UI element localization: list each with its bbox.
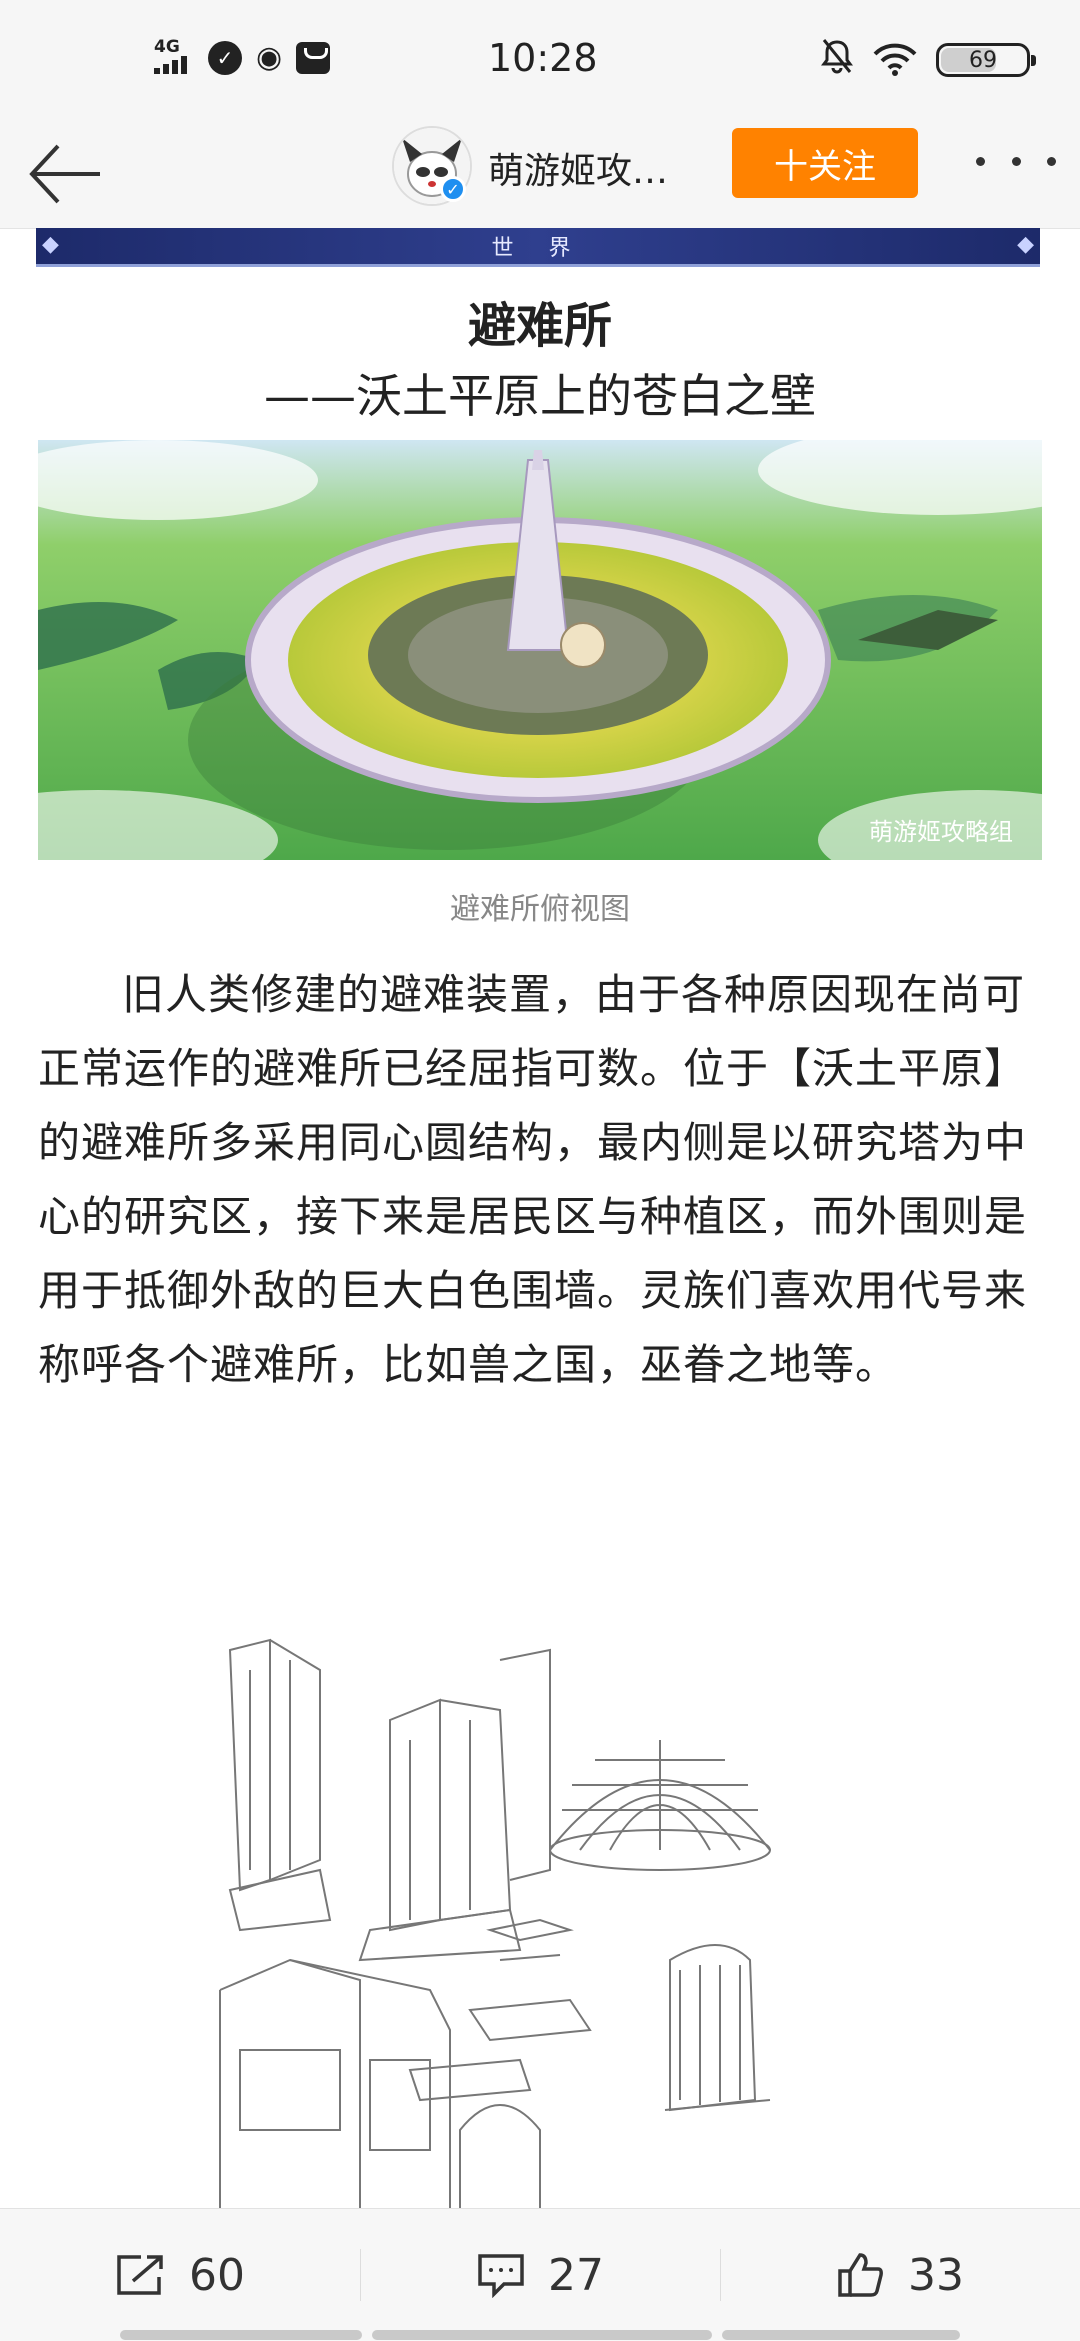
- bag-icon: [296, 42, 331, 74]
- network-type: 4G: [154, 37, 180, 57]
- home-indicator: [722, 2330, 960, 2340]
- verified-icon: ✓: [440, 176, 466, 202]
- message-icon: ✓: [208, 41, 242, 75]
- like-count: 33: [908, 2249, 964, 2301]
- more-icon[interactable]: [976, 136, 1056, 186]
- banner-text: 世 界: [491, 236, 585, 261]
- shelter-aerial-image[interactable]: 萌游姬攻略组: [38, 440, 1042, 860]
- back-arrow-icon[interactable]: [26, 138, 106, 210]
- follow-button[interactable]: 十关注: [732, 128, 918, 198]
- home-indicator: [372, 2330, 712, 2340]
- comment-icon: [478, 2254, 524, 2298]
- account-name[interactable]: 萌游姬攻…: [488, 142, 688, 194]
- repost-icon: [117, 2255, 163, 2295]
- signal-icon: 4G: [150, 37, 194, 76]
- article-title: 避难所: [467, 298, 612, 354]
- comment-count: 27: [548, 2249, 604, 2301]
- battery-level: 69: [969, 47, 997, 73]
- status-bar: 4G ✓ ◉ 10:28 69: [0, 0, 1080, 120]
- comment-button[interactable]: 27: [360, 2209, 720, 2341]
- status-bar-right-icons: 69: [820, 38, 1036, 82]
- image-caption: 避难所俯视图: [450, 892, 630, 927]
- home-indicator: [120, 2330, 362, 2340]
- section-banner: 世 界: [36, 228, 1040, 267]
- battery-icon: 69: [936, 43, 1036, 77]
- image-watermark: 萌游姬攻略组: [869, 818, 1013, 846]
- weibo-icon: ◉: [256, 40, 283, 75]
- clock: 10:28: [488, 36, 598, 80]
- top-navbar: ✓ 萌游姬攻… 十关注: [0, 120, 1080, 229]
- article-subtitle: ——沃土平原上的苍白之壁: [264, 369, 816, 423]
- repost-button[interactable]: 60: [0, 2209, 360, 2341]
- like-button[interactable]: 33: [720, 2209, 1080, 2341]
- thumbs-up-icon: [838, 2253, 883, 2297]
- status-bar-left-icons: 4G ✓ ◉: [150, 37, 331, 76]
- repost-count: 60: [189, 2249, 245, 2301]
- wifi-icon: [872, 43, 918, 77]
- bottom-action-bar: 60 27 33: [0, 2208, 1080, 2341]
- article-paragraph: 旧人类修建的避难装置，由于各种原因现在尚可正常运作的避难所已经屈指可数。位于【沃…: [38, 970, 1028, 1389]
- building-sketch-image[interactable]: [210, 1630, 890, 2211]
- mute-bell-icon: [820, 38, 854, 82]
